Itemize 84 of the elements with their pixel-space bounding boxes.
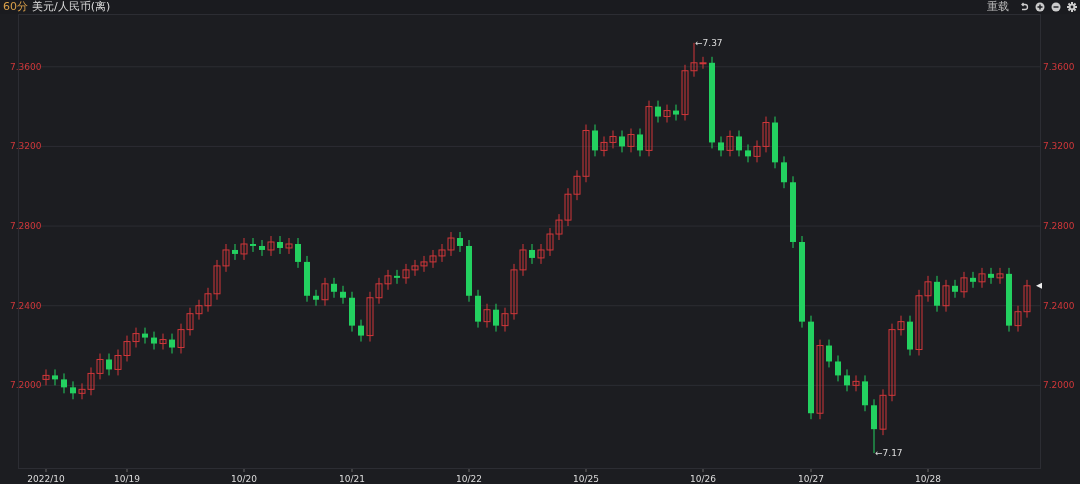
candlestick [493,303,499,333]
candlestick [988,267,994,285]
y-axis-label: 7.2000 [1043,380,1075,391]
x-axis-label: 10/26 [690,474,716,484]
candlestick [42,368,50,386]
candlestick [862,374,868,412]
price-annotation: ←7.37 [695,37,723,48]
reload-button[interactable]: 重载 [987,0,1009,14]
candlestick [826,339,832,368]
candlestick [655,100,661,124]
candlestick [240,237,248,261]
undo-icon[interactable] [1019,2,1029,12]
candlestick [70,380,76,400]
zoom-out-icon[interactable] [1051,2,1061,12]
y-axis-label: 7.2000 [10,380,42,391]
candlestick [169,333,175,354]
candlestick [259,239,265,257]
x-axis-label: 10/21 [339,474,365,484]
current-price-marker-icon [1036,282,1042,289]
candlestick [718,135,724,157]
candlestick [663,104,671,124]
candlestick [52,368,58,386]
candlestick [952,279,958,299]
candlestick [285,237,293,255]
price-annotation: ←7.17 [875,448,903,459]
candlestick [321,277,329,307]
candlestick [232,243,238,261]
y-axis-label: 7.3600 [10,61,42,72]
settings-icon[interactable] [1067,2,1077,12]
y-axis-label: 7.2400 [10,300,42,311]
candlestick [619,129,625,153]
candlestick [358,319,364,343]
candlestick [970,271,976,289]
candlestick [745,143,751,163]
x-axis-label: 10/20 [231,474,257,484]
candlestick [996,267,1004,285]
symbol-title: 美元/人民币(离) [32,0,111,14]
candlestick [142,327,148,345]
x-axis-label: 10/19 [114,474,140,484]
candlestick [529,243,535,265]
candlestick [781,155,787,189]
candlestick [313,289,319,307]
candlestick [835,355,841,382]
candlestick [295,237,301,269]
zoom-in-icon[interactable] [1035,2,1045,12]
y-axis-label: 7.2800 [1043,221,1075,232]
interval-label[interactable]: 60分 [3,0,28,14]
candlestick [483,303,491,329]
x-axis-label: 10/28 [915,474,941,484]
candlestick [457,231,463,253]
y-axis-label: 7.2800 [10,221,42,232]
candlestick [159,333,167,351]
candlestick [331,277,337,299]
candlestick [250,237,256,253]
candlestick [960,271,968,299]
candlestick [736,129,742,157]
candlestick [942,279,950,313]
y-axis-label: 7.3600 [1043,61,1075,72]
candlestick [645,100,653,157]
candlestick [934,275,940,313]
candlestick [592,124,598,157]
candlestick [151,331,157,351]
candlestick [816,339,824,420]
x-axis-label: 2022/10 [27,474,65,484]
candlestick [637,128,643,157]
candlestick [627,128,635,153]
candlestick [61,372,67,394]
candlestick [340,285,346,305]
candlestick [844,368,850,392]
candlestick [852,374,860,392]
candlestick [726,129,734,157]
candlestick [267,235,275,257]
x-axis-label: 10/25 [573,474,599,484]
y-axis-label: 7.3200 [1043,141,1075,152]
x-axis-label: 10/27 [798,474,824,484]
candlestick [978,267,986,289]
candlestick [394,269,400,285]
candlestick [673,104,679,122]
y-axis-label: 7.2400 [1043,300,1075,311]
x-axis-label: 10/22 [456,474,482,484]
candlestick [277,235,283,255]
y-axis-label: 7.3200 [10,141,42,152]
candlestick [871,398,877,454]
candlestick [106,353,112,376]
